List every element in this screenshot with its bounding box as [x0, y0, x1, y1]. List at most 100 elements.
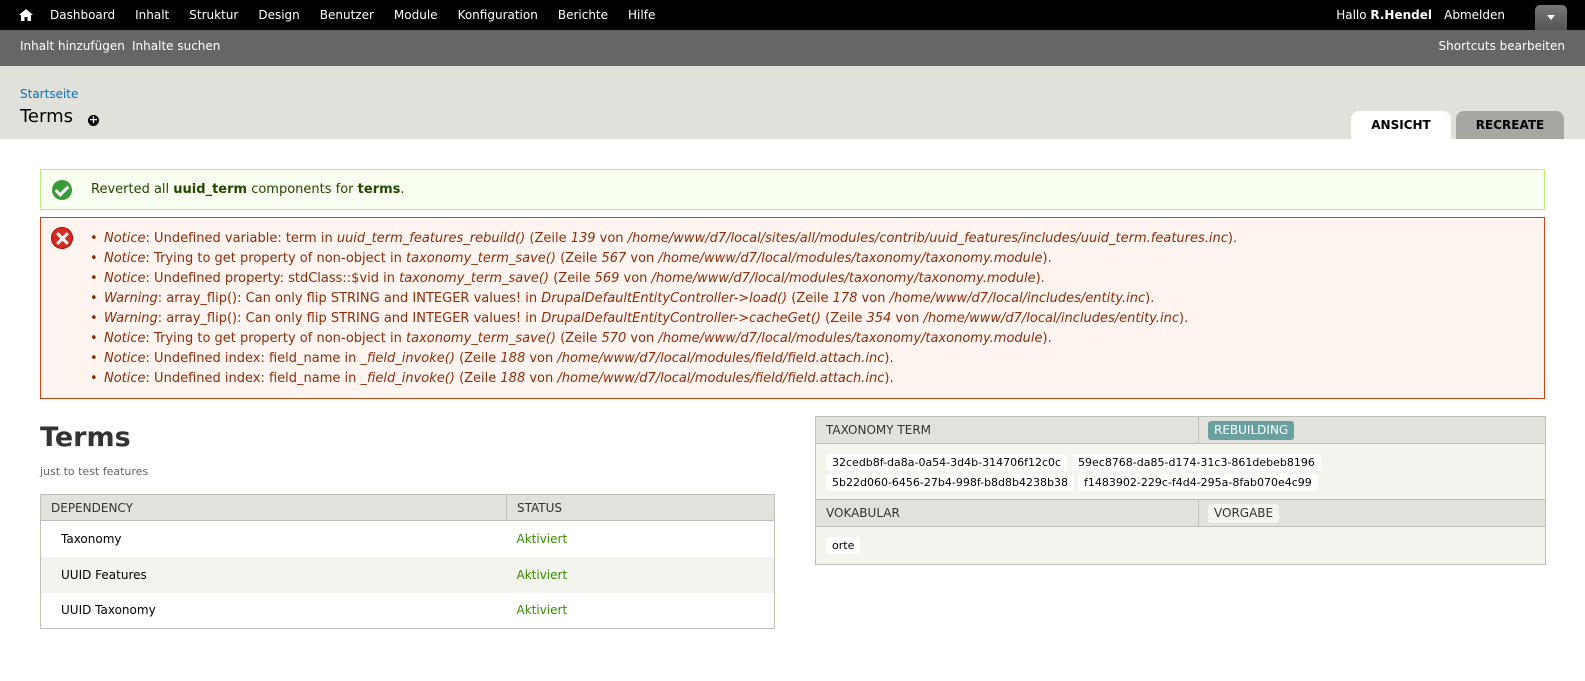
components-panel: TAXONOMY TERM REBUILDING 32cedb8f-da8a-0… — [815, 416, 1546, 565]
error-message-item: Notice: Trying to get property of non-ob… — [90, 329, 1237, 349]
error-message-item: Notice: Trying to get property of non-ob… — [90, 249, 1237, 269]
list-item: f1483902-229c-f4d4-295a-8fab070e4c99 — [1078, 474, 1318, 491]
error-file-path: /home/www/d7/local/modules/taxonomy/taxo… — [651, 271, 1036, 286]
error-text: : Trying to get property of non-object i… — [145, 331, 407, 346]
error-type: Notice — [104, 331, 146, 346]
error-type: Warning — [104, 291, 158, 306]
error-end: ). — [1042, 331, 1052, 346]
home-icon[interactable] — [18, 7, 34, 23]
error-von: von — [857, 291, 890, 306]
list-item: 59ec8768-da85-d174-31c3-861debeb8196 — [1072, 454, 1321, 471]
error-text: : Undefined property: stdClass::$vid in — [145, 271, 400, 286]
logout-link[interactable]: Abmelden — [1444, 0, 1505, 30]
error-function: taxonomy_term_save() — [406, 251, 556, 266]
error-line-number: 569 — [594, 271, 620, 286]
error-line-number: 567 — [601, 251, 627, 266]
table-row: Taxonomy Aktiviert — [41, 521, 775, 557]
toolbar-item-hilfe[interactable]: Hilfe — [628, 0, 655, 30]
error-line-prefix: (Zeile — [555, 251, 602, 266]
breadcrumb[interactable]: Startseite — [20, 87, 78, 101]
error-end: ). — [1179, 311, 1189, 326]
list-item: orte — [826, 537, 861, 554]
error-line-prefix: (Zeile — [454, 371, 501, 386]
error-function: taxonomy_term_save() — [399, 271, 550, 286]
component-label: VOKABULAR — [826, 506, 900, 520]
table-row: UUID Taxonomy Aktiviert — [41, 593, 775, 629]
toolbar-item-dashboard[interactable]: Dashboard — [50, 0, 115, 30]
error-function: taxonomy_term_save() — [406, 331, 556, 346]
dependency-name: UUID Features — [40, 556, 507, 593]
error-function: _field_invoke() — [360, 371, 455, 386]
toolbar-item-inhalt[interactable]: Inhalt — [135, 0, 169, 30]
error-file-path: /home/www/d7/local/includes/entity.inc — [889, 291, 1146, 306]
error-line-prefix: (Zeile — [787, 291, 833, 306]
error-file-path: /home/www/d7/local/modules/field/field.a… — [557, 351, 885, 366]
error-line-number: 139 — [570, 231, 596, 246]
status-message-text: Reverted all uuid_term components for te… — [91, 182, 405, 197]
error-end: ). — [884, 351, 894, 366]
error-von: von — [525, 351, 558, 366]
error-messages: Notice: Undefined variable: term in uuid… — [40, 217, 1545, 399]
toolbar-item-berichte[interactable]: Berichte — [558, 0, 608, 30]
table-header-row: DEPENDENCY STATUS — [40, 494, 775, 521]
error-function: uuid_term_features_rebuild() — [336, 231, 526, 246]
status-suffix: . — [400, 182, 405, 197]
admin-toolbar: Dashboard Inhalt Struktur Design Benutze… — [0, 0, 1585, 30]
toolbar-item-design[interactable]: Design — [258, 0, 299, 30]
toolbar-item-benutzer[interactable]: Benutzer — [320, 0, 374, 30]
tab-recreate[interactable]: RECREATE — [1456, 111, 1564, 139]
status-badge: REBUILDING — [1208, 421, 1295, 440]
status-feature: terms — [357, 182, 401, 197]
error-text: : Undefined variable: term in — [145, 231, 337, 246]
error-message-item: Notice: Undefined variable: term in uuid… — [90, 229, 1237, 249]
error-message-item: Notice: Undefined property: stdClass::$v… — [90, 269, 1237, 289]
component-items-vocabulary: orte — [816, 527, 1545, 564]
tab-ansicht[interactable]: ANSICHT — [1351, 111, 1451, 139]
component-items-taxonomy: 32cedb8f-da8a-0a54-3d4b-314706f12c0c 59e… — [816, 444, 1545, 500]
status-middle: components for — [251, 182, 354, 197]
username-link[interactable]: R.Hendel — [1370, 8, 1432, 22]
error-end: ). — [1145, 291, 1155, 306]
component-header-taxonomy: TAXONOMY TERM REBUILDING — [816, 417, 1545, 444]
error-von: von — [626, 251, 659, 266]
toolbar-item-module[interactable]: Module — [394, 0, 438, 30]
error-von: von — [525, 371, 558, 386]
error-line-number: 188 — [500, 351, 526, 366]
error-list: Notice: Undefined variable: term in uuid… — [90, 229, 1237, 389]
error-line-number: 178 — [832, 291, 858, 306]
error-line-number: 570 — [601, 331, 627, 346]
status-prefix: Reverted all — [91, 182, 170, 197]
dependency-name: UUID Taxonomy — [61, 603, 156, 618]
shortcut-find-content[interactable]: Inhalte suchen — [132, 30, 220, 63]
shortcut-add-content[interactable]: Inhalt hinzufügen — [20, 30, 125, 63]
error-file-path: /home/www/d7/local/modules/field/field.a… — [557, 371, 885, 386]
add-shortcut-plus-icon[interactable]: + — [88, 114, 99, 126]
error-type: Notice — [104, 231, 146, 246]
error-text: : Undefined index: field_name in — [145, 351, 361, 366]
status-message: Reverted all uuid_term components for te… — [40, 169, 1545, 210]
error-text: : Trying to get property of non-object i… — [145, 251, 407, 266]
feature-description: just to test features — [40, 465, 149, 478]
component-label: TAXONOMY TERM — [826, 423, 932, 437]
error-function: _field_invoke() — [360, 351, 455, 366]
error-line-prefix: (Zeile — [821, 311, 867, 326]
error-type: Notice — [104, 271, 146, 286]
check-icon — [52, 180, 72, 200]
component-header-vocabulary: VOKABULAR VORGABE — [816, 500, 1545, 527]
toolbar-item-struktur[interactable]: Struktur — [189, 0, 238, 30]
error-text: : array_flip(): Can only flip STRING and… — [157, 291, 542, 306]
error-file-path: /home/www/d7/local/sites/all/modules/con… — [627, 231, 1228, 246]
error-line-prefix: (Zeile — [549, 271, 595, 286]
error-type: Notice — [104, 371, 146, 386]
column-header-status: STATUS — [506, 494, 775, 521]
list-item: 32cedb8f-da8a-0a54-3d4b-314706f12c0c — [826, 454, 1068, 471]
error-message-item: Notice: Undefined index: field_name in _… — [90, 369, 1237, 389]
dependency-status: Aktiviert — [506, 556, 775, 593]
edit-shortcuts-link[interactable]: Shortcuts bearbeiten — [1439, 30, 1566, 63]
page-title: Terms — [20, 106, 74, 127]
shortcuts-toggle-chevron-down-icon[interactable] — [1535, 5, 1567, 30]
error-message-item: Warning: array_flip(): Can only flip STR… — [90, 309, 1237, 329]
toolbar-item-konfiguration[interactable]: Konfiguration — [458, 0, 538, 30]
error-type: Notice — [104, 351, 146, 366]
dependency-name: Taxonomy — [61, 531, 122, 546]
